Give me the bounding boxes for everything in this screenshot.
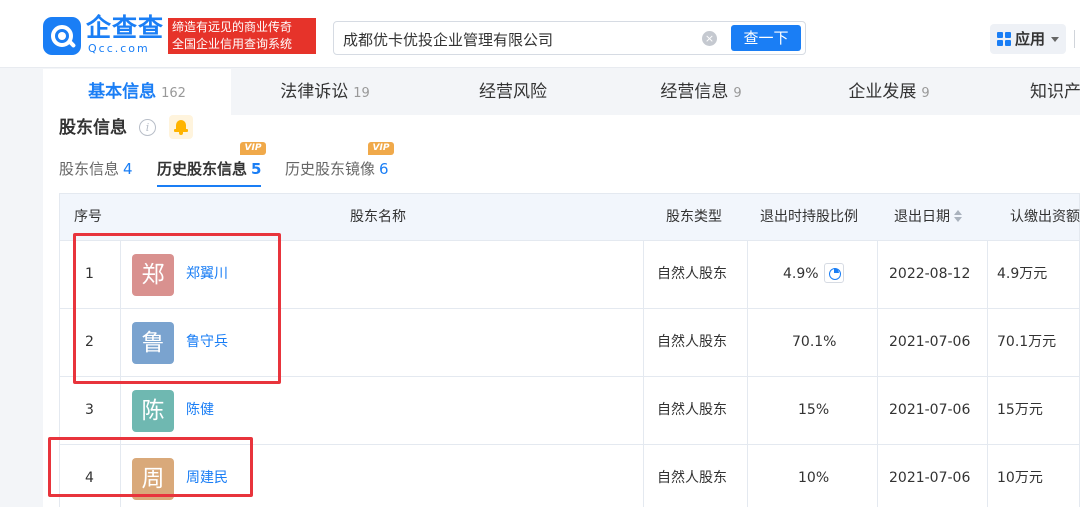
search-input[interactable] <box>343 27 693 51</box>
subtab-history-shareholders[interactable]: 历史股东信息 5 <box>157 158 262 187</box>
tab-operation-info[interactable]: 经营信息 9 <box>607 69 795 115</box>
shareholder-name-link[interactable]: 陈健 <box>186 377 214 444</box>
tab-development[interactable]: 企业发展 9 <box>795 69 983 115</box>
exit-ratio: 10% <box>798 470 830 486</box>
vip-badge: VIP <box>240 142 266 155</box>
subtab-count: 4 <box>123 160 133 178</box>
logo-text[interactable]: 企查查 <box>86 14 164 42</box>
header-name: 股东名称 <box>350 209 406 225</box>
chevron-down-icon <box>1051 37 1059 42</box>
row-index: 1 <box>85 266 94 282</box>
info-icon[interactable]: i <box>139 119 156 136</box>
apps-grid-icon <box>997 32 1011 46</box>
header-index: 序号 <box>74 209 102 225</box>
tab-basic-info[interactable]: 基本信息 162 <box>43 69 231 115</box>
subtab-shareholders[interactable]: 股东信息 4 <box>59 158 133 180</box>
header-type: 股东类型 <box>666 209 722 225</box>
table-row: 4 周 周建民 自然人股东 10% 2021-07-06 10万元 <box>59 445 1080 507</box>
slogan-banner: 缔造有远见的商业传奇 全国企业信用查询系统 <box>168 18 316 54</box>
subscribed-amount: 15万元 <box>997 402 1043 418</box>
subscribed-amount: 10万元 <box>997 470 1043 486</box>
subtab-history-mirror[interactable]: 历史股东镜像 6 <box>285 158 389 180</box>
search-button[interactable]: 查一下 <box>731 25 801 51</box>
bell-icon[interactable] <box>169 115 193 139</box>
exit-date: 2021-07-06 <box>889 334 971 350</box>
tab-ip[interactable]: 知识产 <box>1030 69 1080 115</box>
main-tabs: 基本信息 162 法律诉讼 19 经营风险 经营信息 9 企业发展 9 知识产 <box>0 69 1080 115</box>
tab-count: 162 <box>161 86 186 101</box>
header-amount: 认缴出资额 <box>1010 209 1080 225</box>
apps-menu-button[interactable]: 应用 <box>990 24 1066 54</box>
exit-date: 2021-07-06 <box>889 470 971 486</box>
shareholder-name-link[interactable]: 周建民 <box>186 445 228 507</box>
apps-label: 应用 <box>1015 30 1046 48</box>
row-index: 3 <box>85 402 94 418</box>
subtab-count: 6 <box>379 160 389 178</box>
shareholder-type: 自然人股东 <box>657 334 727 350</box>
qcc-logo-icon[interactable] <box>43 17 81 55</box>
avatar[interactable]: 陈 <box>132 390 174 432</box>
table-row: 2 鲁 鲁守兵 自然人股东 70.1% 2021-07-06 70.1万元 <box>59 309 1080 377</box>
subtab-label: 历史股东信息 <box>157 160 248 178</box>
sort-icon[interactable] <box>954 210 962 222</box>
tab-label: 经营风险 <box>479 82 547 102</box>
tab-operation-risk[interactable]: 经营风险 <box>419 69 607 115</box>
subtab-count: 5 <box>251 160 262 178</box>
avatar[interactable]: 鲁 <box>132 322 174 364</box>
header-exit-date-label: 退出日期 <box>894 209 950 225</box>
shareholder-name-link[interactable]: 郑翼川 <box>186 241 228 308</box>
equity-pie-chart-icon[interactable] <box>823 263 844 283</box>
tab-label: 经营信息 <box>660 82 729 102</box>
subtab-label: 股东信息 <box>59 160 120 178</box>
subtab-label: 历史股东镜像 <box>285 160 376 178</box>
main-panel: 股东信息 i 股东信息 4 历史股东信息 5 VIP 历史股东镜像 6 VIP 序号 … <box>43 115 1080 507</box>
shareholder-type: 自然人股东 <box>657 266 727 282</box>
section-title: 股东信息 <box>59 118 127 138</box>
table-row: 1 郑 郑翼川 自然人股东 4.9% 2022-08-12 4.9万元 <box>59 241 1080 309</box>
tab-label: 基本信息 <box>88 82 157 102</box>
clear-icon[interactable]: × <box>702 31 717 46</box>
top-header: 企查查 Qcc.com 缔造有远见的商业传奇 全国企业信用查询系统 × 查一下 … <box>0 0 1080 68</box>
tab-label: 知识产 <box>1030 82 1080 102</box>
subscribed-amount: 70.1万元 <box>997 334 1057 350</box>
slogan-line-1: 缔造有远见的商业传奇 <box>172 20 293 34</box>
tab-count: 9 <box>733 86 742 101</box>
page: 企查查 Qcc.com 缔造有远见的商业传奇 全国企业信用查询系统 × 查一下 … <box>0 0 1080 507</box>
table-row: 3 陈 陈健 自然人股东 15% 2021-07-06 15万元 <box>59 377 1080 445</box>
header-divider <box>1074 30 1075 48</box>
table-header: 序号 股东名称 股东类型 退出时持股比例 退出日期 认缴出资额 <box>59 193 1080 241</box>
exit-ratio: 15% <box>798 402 830 418</box>
logo-domain: Qcc.com <box>88 42 150 55</box>
subscribed-amount: 4.9万元 <box>997 266 1048 282</box>
vip-badge: VIP <box>368 142 394 155</box>
tab-label: 法律诉讼 <box>280 82 349 102</box>
exit-ratio-cell: 4.9% <box>783 241 844 308</box>
shareholder-name-link[interactable]: 鲁守兵 <box>186 309 228 376</box>
shareholder-type: 自然人股东 <box>657 402 727 418</box>
exit-ratio: 4.9% <box>783 266 819 282</box>
avatar[interactable]: 郑 <box>132 254 174 296</box>
slogan-line-2: 全国企业信用查询系统 <box>172 37 293 51</box>
row-index: 2 <box>85 334 94 350</box>
exit-date: 2022-08-12 <box>889 266 971 282</box>
avatar[interactable]: 周 <box>132 458 174 500</box>
exit-ratio: 70.1% <box>792 334 837 350</box>
exit-date: 2021-07-06 <box>889 402 971 418</box>
tab-count: 19 <box>353 86 370 101</box>
search-box: × 查一下 <box>333 21 806 55</box>
tab-legal[interactable]: 法律诉讼 19 <box>231 69 419 115</box>
shareholder-type: 自然人股东 <box>657 470 727 486</box>
header-exit-date[interactable]: 退出日期 <box>894 194 962 240</box>
header-ratio: 退出时持股比例 <box>760 209 858 225</box>
tab-label: 企业发展 <box>848 82 917 102</box>
tab-count: 9 <box>921 86 930 101</box>
row-index: 4 <box>85 470 94 486</box>
